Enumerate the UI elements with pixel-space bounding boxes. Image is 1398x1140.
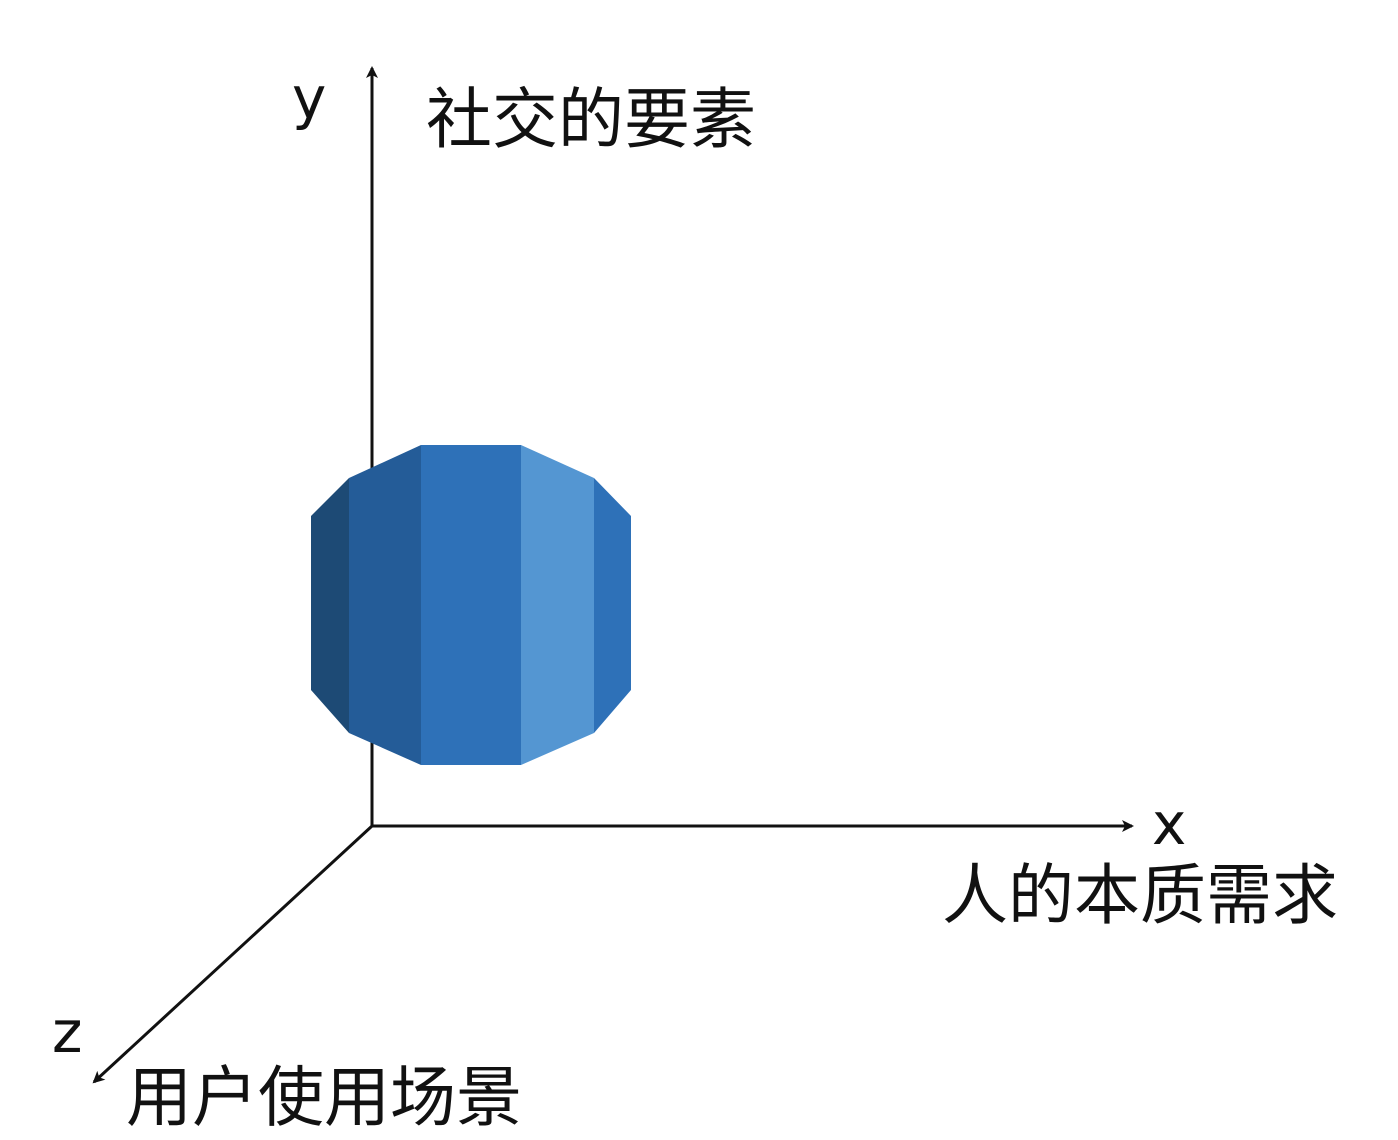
x-axis-title: 人的本质需求 bbox=[942, 857, 1338, 934]
y-axis-title: 社交的要素 bbox=[426, 81, 756, 158]
cylinder-facet-right-outer bbox=[594, 478, 631, 733]
cylinder-facet-right-inner bbox=[521, 445, 594, 765]
cylinder-facet-left-inner bbox=[349, 445, 421, 765]
z-axis-line bbox=[92, 824, 374, 1084]
z-axis-letter: z bbox=[52, 998, 82, 1066]
database-cylinder-icon bbox=[311, 445, 631, 765]
x-axis-letter: x bbox=[1152, 790, 1186, 858]
y-axis-letter: y bbox=[292, 64, 326, 132]
cylinder-facet-left-outer bbox=[311, 478, 349, 733]
z-axis-title: 用户使用场景 bbox=[126, 1059, 522, 1136]
cylinder-facet-center bbox=[421, 445, 521, 765]
3d-axes-diagram: y x z 社交的要素 人的本质需求 用户使用场景 bbox=[52, 64, 1338, 1136]
